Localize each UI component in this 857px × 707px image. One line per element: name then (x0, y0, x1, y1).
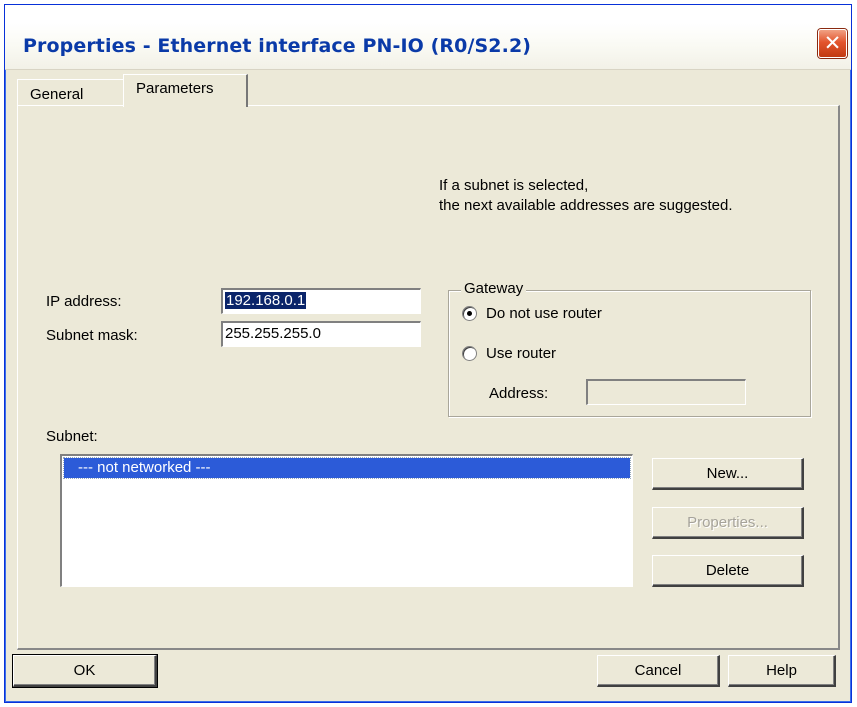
ok-button-label: OK (73, 662, 96, 679)
new-button-label: New... (706, 465, 749, 482)
ip-address-value: 192.168.0.1 (225, 292, 307, 309)
properties-button-label: Properties... (687, 514, 768, 531)
do-not-use-router-radio[interactable] (462, 306, 477, 321)
subnet-mask-value: 255.255.255.0 (225, 325, 321, 342)
cancel-button-label: Cancel (634, 662, 682, 679)
tab-parameters-label: Parameters (136, 80, 214, 97)
do-not-use-router-label[interactable]: Do not use router (486, 305, 602, 322)
gateway-group: Gateway Do not use router Use router Add… (448, 280, 811, 417)
cancel-button[interactable]: Cancel (597, 655, 720, 687)
help-button-label: Help (766, 662, 797, 679)
delete-button[interactable]: Delete (652, 555, 804, 587)
hint-line-1: If a subnet is selected, (439, 177, 589, 194)
subnet-label: Subnet: (46, 428, 98, 445)
router-address-label: Address: (489, 385, 549, 402)
properties-button[interactable]: Properties... (652, 507, 804, 539)
delete-button-label: Delete (705, 562, 750, 579)
new-button[interactable]: New... (652, 458, 804, 490)
help-button[interactable]: Help (728, 655, 836, 687)
tab-general-label: General (30, 86, 84, 103)
parameters-panel: If a subnet is selected, the next availa… (17, 105, 840, 650)
close-button[interactable]: ✕ (818, 29, 847, 58)
ip-address-label: IP address: (46, 293, 122, 310)
hint-line-2: the next available addresses are suggest… (439, 197, 733, 214)
use-router-label[interactable]: Use router (486, 345, 556, 362)
use-router-radio[interactable] (462, 346, 477, 361)
subnet-mask-input[interactable]: 255.255.255.0 (221, 321, 421, 347)
tab-parameters[interactable]: Parameters (123, 74, 248, 107)
router-address-input[interactable] (586, 379, 746, 405)
radio-selected-dot (467, 311, 472, 316)
list-item[interactable]: --- not networked --- (63, 457, 631, 479)
subnet-mask-label: Subnet mask: (46, 327, 138, 344)
ip-address-input[interactable]: 192.168.0.1 (221, 288, 421, 314)
close-icon: ✕ (823, 31, 842, 55)
properties-dialog: Properties - Ethernet interface PN-IO (R… (4, 4, 852, 703)
subnet-list[interactable]: --- not networked --- (60, 454, 633, 587)
dialog-title: Properties - Ethernet interface PN-IO (R… (23, 35, 532, 57)
gateway-legend: Gateway (461, 280, 527, 297)
ok-button[interactable]: OK (12, 654, 158, 688)
tab-general[interactable]: General (17, 79, 125, 105)
subnet-hint: If a subnet is selected, the next availa… (439, 176, 733, 216)
title-bar[interactable]: Properties - Ethernet interface PN-IO (R… (5, 5, 851, 70)
